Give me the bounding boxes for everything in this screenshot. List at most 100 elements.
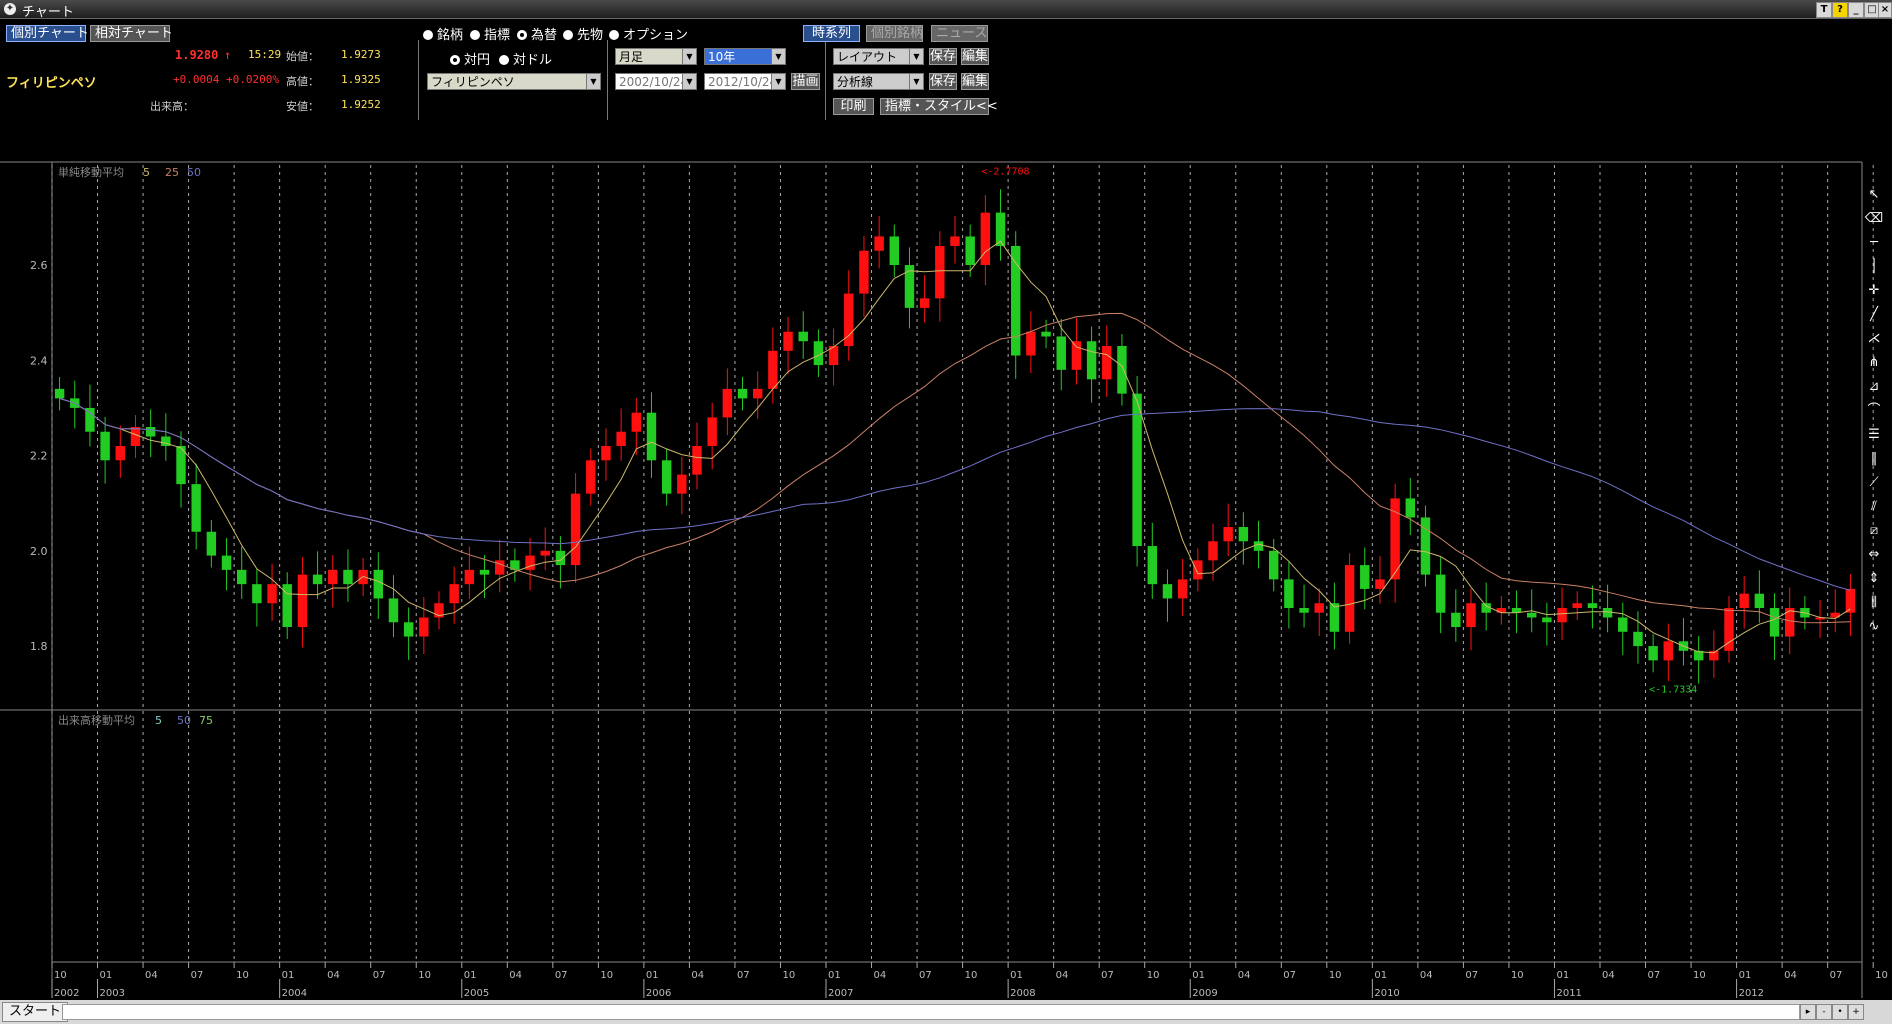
candle-body [783,331,793,351]
x-tick-label: 10 [782,970,795,981]
candle-body [1026,331,1036,356]
candle-body [904,265,915,308]
candle-body [601,446,611,461]
cycle-lines-icon[interactable]: ‖ [1864,449,1884,469]
horizontal-line-icon[interactable]: ─ [1864,233,1884,253]
candle-body [145,426,156,437]
drawing-toolbox: ↖ ⌫ ─ │ ✛ ╱ ⋌ ⋔ ⊿ ⌒ ☰ ‖ ⟋ ⫽ ⧄ ⇔ ⇕ ⫼ ∿ [1862,185,1888,635]
ma-line-50 [59,397,1851,591]
x-year-label: 2003 [100,988,125,999]
arc-icon[interactable]: ⌒ [1864,401,1884,421]
candle-body [874,236,884,251]
candle-body [1162,584,1173,599]
crosshair-icon[interactable]: ✛ [1864,281,1884,301]
candle-body [798,331,808,342]
trend-line-icon[interactable]: ╱ [1864,305,1884,325]
price-chart[interactable]: 10 01 04 07 10 01 04 07 10 01 04 07 10 01 04 07 10 01 04 07… [0,0,1892,1000]
candle-body [1314,603,1324,613]
candle-body [1587,603,1598,608]
volume-ma-period-label: 75 [199,714,213,727]
x-tick-label: 04 [1784,970,1797,981]
y-tick-label: 2.4 [30,354,48,367]
x-tick-label: 10 [236,970,249,981]
status-bar: スタート ▸ - • + [0,1000,1892,1024]
x-year-label: 2012 [1739,988,1764,999]
candle-body [221,555,232,570]
x-year-label: 2010 [1374,988,1399,999]
candle-body [479,569,490,575]
candle-body [1132,393,1142,547]
x-tick-label: 07 [1648,970,1661,981]
fibonacci-fan-icon[interactable]: ⋔ [1864,353,1884,373]
candle-body [1253,541,1264,551]
parallel-lines-icon[interactable]: ☰ [1864,425,1884,445]
fibonacci-f-icon[interactable]: ⊿ [1864,377,1884,397]
x-year-label: 2009 [1192,988,1217,999]
zoom-in-icon[interactable]: + [1848,1004,1864,1020]
candle-body [1466,603,1476,628]
scroll-right-icon[interactable]: ▸ [1800,1004,1816,1020]
candle-body [935,245,945,299]
x-tick-label: 10 [600,970,613,981]
price-panel-label: 単純移動平均 [58,165,124,179]
candle-body [1223,527,1233,542]
x-tick-label: 01 [1374,970,1387,981]
x-tick-label: 04 [509,970,522,981]
candle-body [1360,565,1370,589]
x-year-label: 2004 [282,988,307,999]
candle-body [1208,541,1218,561]
candle-body [1299,607,1309,613]
candle-body [1405,498,1415,518]
candle-body [1177,579,1188,599]
candle-body [54,388,65,399]
fan-line-icon[interactable]: ⋌ [1864,329,1884,349]
x-tick-label: 04 [1056,970,1069,981]
gann-icon[interactable]: ⫽ [1864,497,1884,517]
candle-body [1769,607,1780,637]
candle-body [419,617,429,637]
volume-ma-period-label: 50 [177,714,191,727]
x-tick-label: 07 [1830,970,1843,981]
x-year-label: 2007 [828,988,853,999]
x-tick-label: 07 [1101,970,1114,981]
x-tick-label: 10 [1875,970,1888,981]
candle-body [1147,546,1157,585]
wave-icon[interactable]: ∿ [1864,617,1884,637]
candle-body [115,446,125,461]
zoom-out-icon[interactable]: - [1816,1004,1832,1020]
range-icon[interactable]: ⇔ [1864,545,1884,565]
ma-period-label: 50 [187,166,201,179]
zoom-reset-icon[interactable]: • [1832,1004,1848,1020]
candle-body [252,584,262,604]
candle-body [1344,565,1355,632]
x-tick-label: 01 [100,970,113,981]
ray-icon[interactable]: ⟋ [1864,473,1884,493]
vertical-line-icon[interactable]: │ [1864,257,1884,277]
candle-body [980,212,991,266]
candle-body [1375,579,1385,589]
eraser-icon[interactable]: ⌫ [1864,209,1884,229]
candle-body [403,622,414,637]
candle-body [1238,527,1249,542]
x-tick-label: 10 [1511,970,1524,981]
candle-body [1542,617,1552,623]
x-tick-label: 10 [1693,970,1706,981]
candle-body [191,484,201,532]
x-tick-label: 01 [1739,970,1752,981]
x-tick-label: 01 [646,970,659,981]
ma-period-label: 5 [143,166,150,179]
candle-body [464,569,475,585]
candle-body [85,407,95,432]
candle-body [1663,641,1673,661]
candle-body [130,426,141,447]
retracement-icon[interactable]: ⇕ [1864,569,1884,589]
x-tick-label: 01 [1192,970,1205,981]
x-year-label: 2006 [646,988,671,999]
horizontal-scrollbar[interactable] [62,1004,1800,1020]
candle-body [1193,560,1203,580]
time-zones-icon[interactable]: ⫼ [1864,593,1884,613]
candle-body [100,431,110,461]
start-button[interactable]: スタート [2,1002,69,1022]
cursor-icon[interactable]: ↖ [1864,185,1884,205]
channel-icon[interactable]: ⧄ [1864,521,1884,541]
